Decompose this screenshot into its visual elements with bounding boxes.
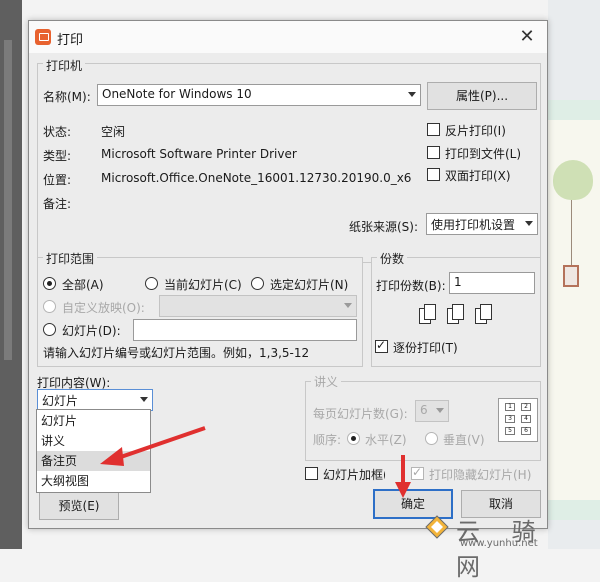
print-content-value: 幻灯片: [42, 394, 79, 408]
watermark-url: www.yunhu.net: [460, 538, 538, 549]
range-current-label: 当前幻灯片(C): [164, 278, 242, 292]
slides-radio[interactable]: [43, 323, 56, 336]
print-to-file-checkbox[interactable]: [427, 146, 440, 159]
grid-cell: 2: [521, 403, 531, 411]
grid-cell: 6: [521, 427, 531, 435]
custom-show-select[interactable]: [159, 295, 357, 317]
duplex-label: 双面打印(X): [445, 169, 511, 183]
type-value: Microsoft Software Printer Driver: [101, 147, 297, 161]
dropdown-option-notes[interactable]: 备注页: [37, 451, 150, 471]
range-current-radio[interactable]: [145, 277, 158, 290]
where-label: 位置:: [43, 173, 72, 187]
frame-slides-checkbox[interactable]: [305, 467, 318, 480]
collate-page-icon: [419, 304, 437, 326]
comment-label: 备注:: [43, 197, 72, 211]
frame-slides-label: 幻灯片加框(R): [323, 468, 385, 482]
custom-show-label: 自定义放映(O):: [62, 301, 145, 315]
range-selected-radio[interactable]: [251, 277, 264, 290]
range-all-label: 全部(A): [62, 278, 104, 292]
custom-show-radio[interactable]: [43, 300, 56, 313]
copies-count-input[interactable]: 1: [449, 272, 535, 294]
chevron-down-icon: [344, 303, 352, 308]
chevron-down-icon: [525, 221, 533, 226]
reverse-print-checkbox[interactable]: [427, 123, 440, 136]
grid-cell: 1: [505, 403, 515, 411]
printer-name-label: 名称(M):: [43, 90, 91, 104]
per-page-value: 6: [420, 403, 428, 417]
chevron-down-icon: [140, 397, 148, 402]
handout-layout-icon: 1 2 3 4 5 6: [498, 398, 538, 442]
status-label: 状态:: [43, 125, 72, 139]
order-horizontal-radio[interactable]: [347, 432, 360, 445]
collate-label: 逐份打印(T): [393, 341, 458, 355]
preview-button[interactable]: 预览(E): [39, 492, 119, 520]
dropdown-option-handouts[interactable]: 讲义: [37, 431, 150, 451]
slide-bell-string: [571, 200, 572, 265]
chevron-down-icon: [436, 408, 444, 413]
grid-cell: 4: [521, 415, 531, 423]
slide-bell-decoration: [553, 160, 593, 200]
duplex-checkbox[interactable]: [427, 168, 440, 181]
grid-cell: 3: [505, 415, 515, 423]
dropdown-option-slides[interactable]: 幻灯片: [37, 411, 150, 431]
collate-page-icon: [475, 304, 493, 326]
where-value: Microsoft.Office.OneNote_16001.12730.201…: [101, 171, 412, 185]
range-all-radio[interactable]: [43, 277, 56, 290]
dialog-title: 打印: [57, 33, 84, 48]
slides-label: 幻灯片(D):: [62, 324, 121, 338]
app-icon: [35, 29, 51, 45]
copies-count-label: 打印份数(B):: [376, 279, 446, 293]
collate-page-icon: [447, 304, 465, 326]
close-icon[interactable]: ✕: [515, 25, 539, 49]
per-page-select[interactable]: 6: [415, 400, 449, 422]
print-content-dropdown: 幻灯片 讲义 备注页 大纲视图: [36, 409, 151, 493]
order-vertical-label: 垂直(V): [443, 433, 485, 447]
slides-input[interactable]: [133, 319, 357, 341]
print-range-legend: 打印范围: [43, 250, 98, 267]
paper-source-select[interactable]: 使用打印机设置: [426, 213, 538, 235]
title-bar: 打印 ✕: [29, 21, 547, 53]
per-page-label: 每页幻灯片数(G):: [313, 407, 408, 421]
paper-source-value: 使用打印机设置: [431, 218, 516, 232]
printer-name-select[interactable]: OneNote for Windows 10: [97, 84, 421, 106]
order-label: 顺序:: [313, 433, 342, 447]
range-selected-label: 选定幻灯片(N): [270, 278, 349, 292]
handouts-legend: 讲义: [311, 373, 342, 390]
paper-source-label: 纸张来源(S):: [349, 220, 419, 234]
print-hidden-label: 打印隐藏幻灯片(H): [429, 468, 532, 482]
type-label: 类型:: [43, 149, 72, 163]
collate-checkbox[interactable]: [375, 338, 388, 353]
print-hidden-checkbox[interactable]: [411, 465, 424, 480]
copies-count-value: 1: [454, 275, 462, 289]
watermark: 云 骑 网 www.yunhu.net: [420, 508, 600, 581]
watermark-logo-icon: [425, 515, 449, 539]
status-value: 空闲: [101, 125, 126, 139]
order-horizontal-label: 水平(Z): [365, 433, 407, 447]
properties-button[interactable]: 属性(P)...: [427, 82, 537, 110]
dropdown-option-outline[interactable]: 大纲视图: [37, 471, 150, 491]
range-hint: 请输入幻灯片编号或幻灯片范围。例如，1,3,5-12: [43, 346, 310, 360]
printer-name-value: OneNote for Windows 10: [102, 87, 252, 101]
print-content-select[interactable]: 幻灯片: [37, 389, 153, 411]
order-vertical-radio[interactable]: [425, 432, 438, 445]
slide-tag-decoration: [563, 265, 579, 287]
background-scrollbar: [4, 40, 12, 360]
chevron-down-icon: [408, 92, 416, 97]
grid-cell: 5: [505, 427, 515, 435]
print-to-file-label: 打印到文件(L): [445, 147, 522, 161]
background-app-left: [0, 0, 22, 549]
printer-legend: 打印机: [43, 57, 86, 74]
reverse-print-label: 反片打印(I): [445, 124, 506, 138]
copies-legend: 份数: [377, 250, 408, 267]
